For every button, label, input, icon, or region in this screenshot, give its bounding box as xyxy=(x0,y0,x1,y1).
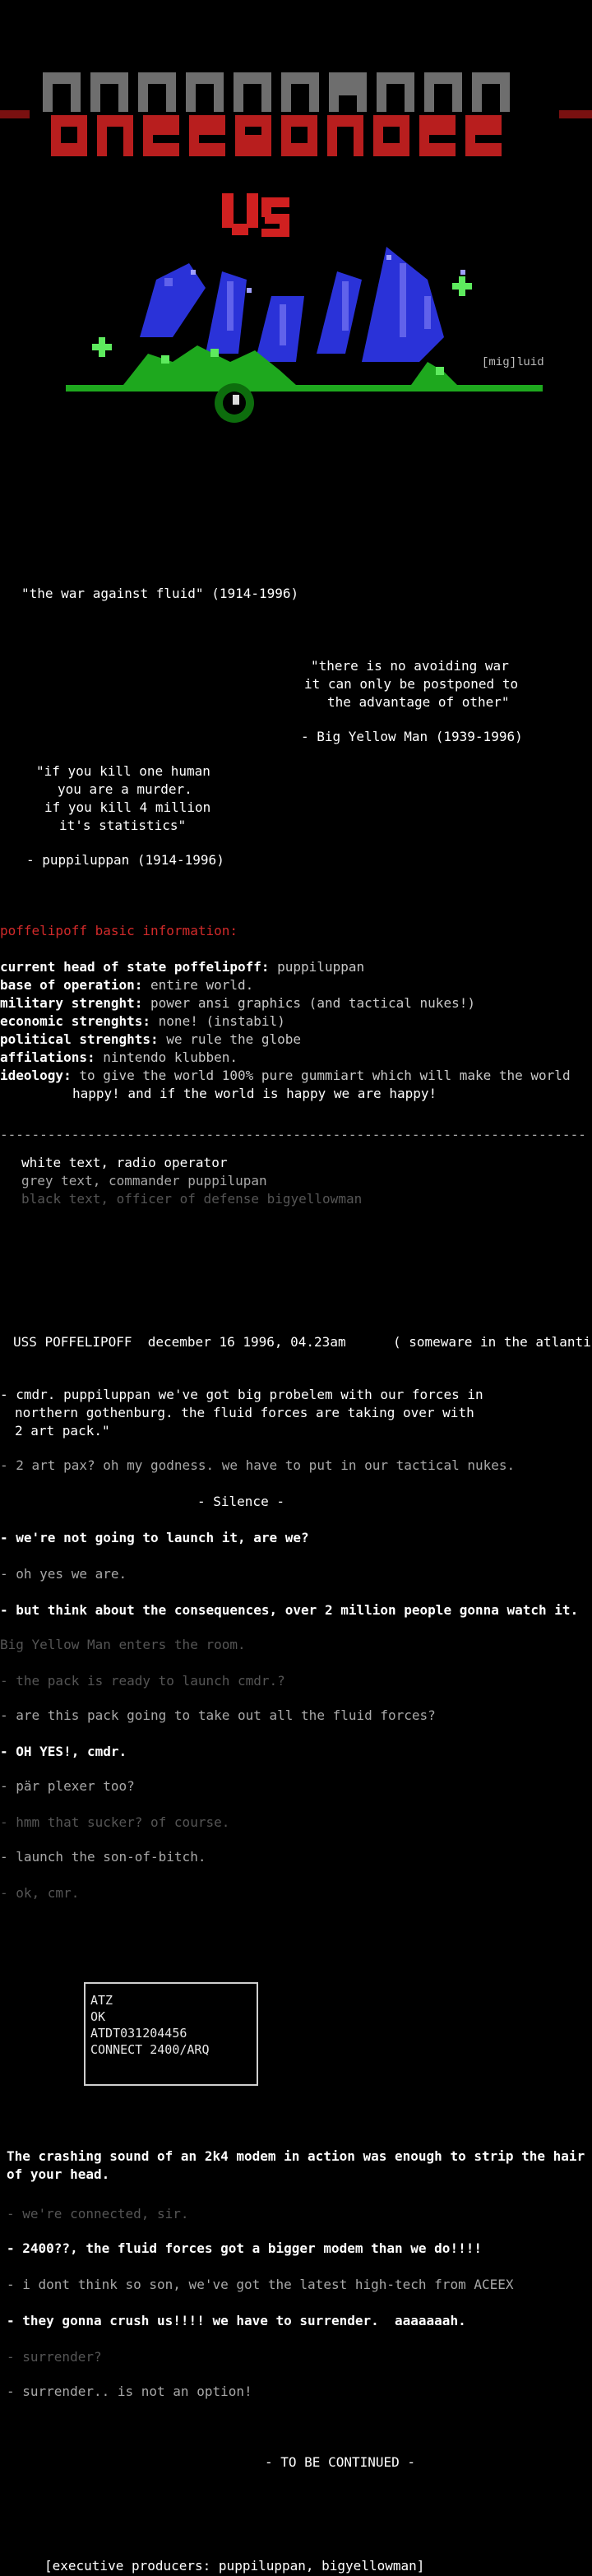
dialogue-9: - pär plexer too? xyxy=(0,1778,135,1794)
logo-signature: [mig]luid xyxy=(482,356,544,369)
legend-grey: grey text, commander puppilupan xyxy=(21,1173,267,1188)
dialogue-1b: northern gothenburg. the fluid forces ar… xyxy=(15,1405,474,1420)
ansi-logo-art: [mig]luid xyxy=(0,72,592,423)
ending-5: - surrender? xyxy=(7,2349,102,2365)
ending-1: - we're connected, sir. xyxy=(7,2206,189,2222)
scene-location: ( someware in the atlantic ) xyxy=(393,1334,592,1350)
info-row-key: affilations: xyxy=(0,1049,95,1065)
info-row-key: base of operation: xyxy=(0,977,143,993)
info-row-value: we rule the globe xyxy=(158,1031,302,1047)
dialogue-6: - the pack is ready to launch cmdr.? xyxy=(0,1673,285,1689)
info-row-value: entire world. xyxy=(142,977,254,993)
info-list: current head of state poffelipoff: puppi… xyxy=(0,959,571,1086)
ending-4: - they gonna crush us!!!! we have to sur… xyxy=(7,2313,466,2328)
narration-1: Big Yellow Man enters the room. xyxy=(0,1637,246,1652)
info-row: ideology: to give the world 100% pure gu… xyxy=(0,1068,571,1086)
dialogue-4: - oh yes we are. xyxy=(0,1566,127,1582)
logo-green-slime xyxy=(66,345,543,391)
story-title: "the war against fluid" (1914-1996) xyxy=(21,586,299,601)
modem-line-3: ATDT031204456 xyxy=(90,2026,187,2041)
divider: ----------------------------------------… xyxy=(0,1127,584,1142)
quote2-line3: if you kill 4 million xyxy=(44,799,211,815)
quote1-line3: the advantage of other" xyxy=(327,694,510,710)
quote1-author: - Big Yellow Man (1939-1996) xyxy=(301,729,523,744)
info-row: affilations: nintendo klubben. xyxy=(0,1049,571,1068)
dialogue-11: - launch the son-of-bitch. xyxy=(0,1849,206,1865)
ending-2: - 2400??, the fluid forces got a bigger … xyxy=(7,2240,482,2256)
info-row-value: puppiluppan xyxy=(269,959,365,975)
dialogue-10: - hmm that sucker? of course. xyxy=(0,1814,230,1830)
dialogue-5: - but think about the consequences, over… xyxy=(0,1602,579,1618)
info-row-key: economic strenghts: xyxy=(0,1013,151,1029)
info-row: political strenghts: we rule the globe xyxy=(0,1031,571,1049)
quote1-line1: "there is no avoiding war xyxy=(311,658,509,674)
dialogue-3: - we're not going to launch it, are we? xyxy=(0,1530,309,1545)
modem-terminal-box: ATZ OK ATDT031204456 CONNECT 2400/ARQ xyxy=(84,1982,258,2086)
logo-fluid-blue xyxy=(140,247,444,362)
dialogue-2: - 2 art pax? oh my godness. we have to p… xyxy=(0,1457,516,1473)
info-row-value: nintendo klubben. xyxy=(95,1049,238,1065)
quote2-line1: "if you kill one human xyxy=(36,763,210,779)
logo-vs xyxy=(222,193,289,237)
dialogue-8: - OH YES!, cmdr. xyxy=(0,1744,127,1759)
legend-white: white text, radio operator xyxy=(21,1155,228,1170)
info-row-key: military strenght: xyxy=(0,995,143,1011)
modem-line-1: ATZ xyxy=(90,1993,113,2008)
ansi-logo: [mig]luid xyxy=(0,66,592,444)
dialogue-1c: 2 art pack." xyxy=(15,1423,110,1439)
info-row-key: political strenghts: xyxy=(0,1031,159,1047)
quote2-line4: it's statistics" xyxy=(59,818,187,833)
ending-6: - surrender.. is not an option! xyxy=(7,2384,252,2399)
ending-para-1: The crashing sound of an 2k4 modem in ac… xyxy=(7,2148,585,2164)
scene-header: USS POFFELIPOFF december 16 1996, 04.23a… xyxy=(13,1334,346,1350)
dialogue-12: - ok, cmr. xyxy=(0,1885,80,1901)
quote2-author: - puppiluppan (1914-1996) xyxy=(26,852,224,868)
ending-3: - i dont think so son, we've got the lat… xyxy=(7,2277,514,2292)
info-row: military strenght: power ansi graphics (… xyxy=(0,995,571,1013)
ending-para-2: of your head. xyxy=(7,2166,110,2182)
quote2-line2: you are a murder. xyxy=(58,781,192,797)
info-row: base of operation: entire world. xyxy=(0,977,571,995)
silence: - Silence - xyxy=(197,1494,284,1509)
info-row-key: current head of state poffelipoff: xyxy=(0,959,270,975)
info-row-value: to give the world 100% pure gummiart whi… xyxy=(71,1068,571,1083)
info-row: economic strenghts: none! (instabil) xyxy=(0,1013,571,1031)
info-row-key: ideology: xyxy=(0,1068,72,1083)
dialogue-1: - cmdr. puppiluppan we've got big probel… xyxy=(0,1387,483,1402)
info-row-value: power ansi graphics (and tactical nukes!… xyxy=(142,995,475,1011)
info-row-value: none! (instabil) xyxy=(150,1013,285,1029)
info-ideology-cont: happy! and if the world is happy we are … xyxy=(72,1086,437,1101)
info-heading: poffelipoff basic information: xyxy=(0,923,238,938)
quote1-line2: it can only be postponed to xyxy=(304,676,519,692)
modem-line-4: CONNECT 2400/ARQ xyxy=(90,2042,210,2057)
dialogue-7: - are this pack going to take out all th… xyxy=(0,1707,436,1723)
info-row: current head of state poffelipoff: puppi… xyxy=(0,959,571,977)
to-be-continued: - TO BE CONTINUED - xyxy=(265,2454,416,2470)
legend-black: black text, officer of defense bigyellow… xyxy=(21,1191,363,1207)
modem-line-2: OK xyxy=(90,2009,106,2024)
credits: [executive producers: puppiluppan, bigye… xyxy=(44,2558,425,2574)
